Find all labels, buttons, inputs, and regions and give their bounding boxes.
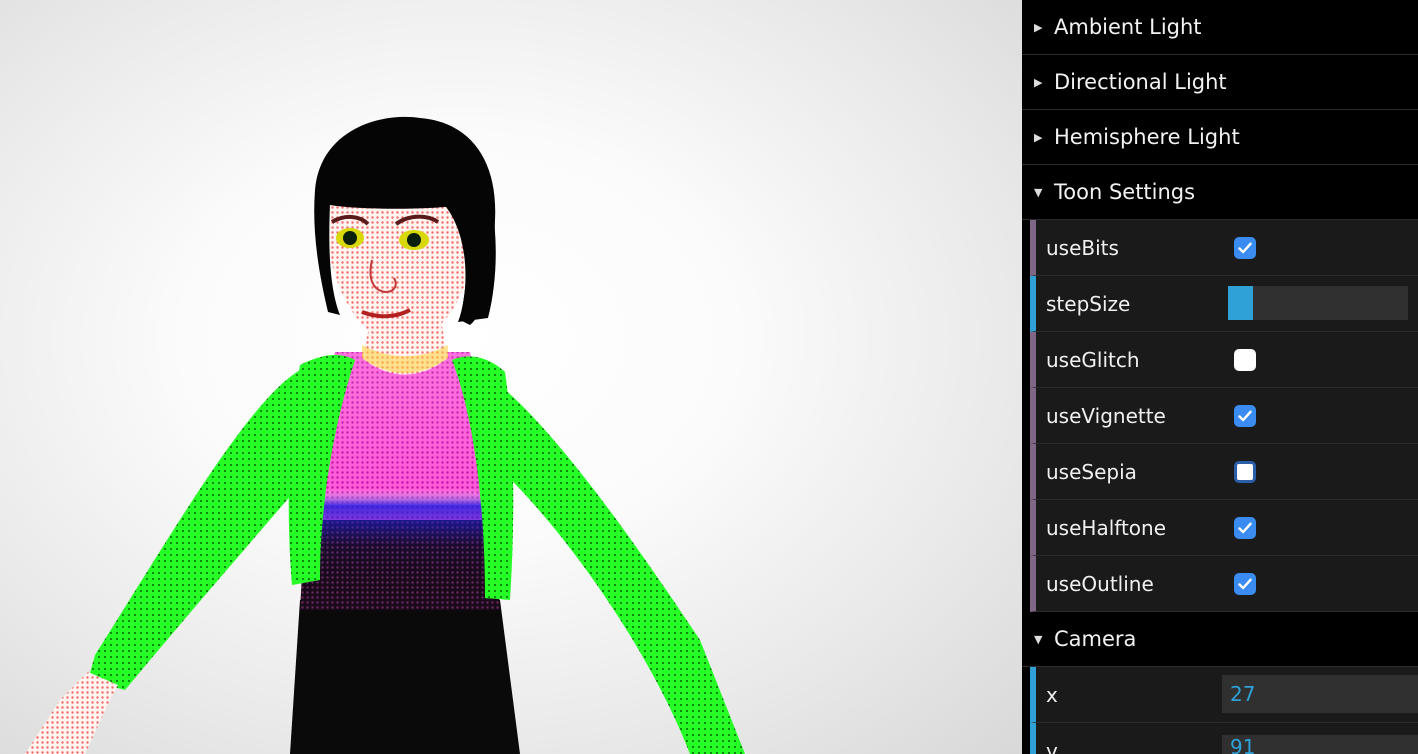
useoutline-checkbox[interactable] bbox=[1234, 572, 1256, 595]
3d-viewport[interactable] bbox=[0, 0, 1022, 754]
folder-camera[interactable]: ▼ Camera bbox=[1022, 612, 1418, 667]
usehalftone-label: useHalftone bbox=[1046, 515, 1166, 540]
row-usesepia: useSepia bbox=[1030, 444, 1418, 500]
camera-x-input[interactable]: 27 bbox=[1222, 675, 1418, 713]
usehalftone-checkbox[interactable] bbox=[1234, 516, 1256, 539]
folder-toon-settings[interactable]: ▼ Toon Settings bbox=[1022, 165, 1418, 220]
toon-character-render bbox=[25, 116, 745, 754]
camera-y-input[interactable]: 91 bbox=[1222, 735, 1418, 754]
useglitch-checkbox[interactable] bbox=[1234, 348, 1256, 371]
usevignette-checkbox[interactable] bbox=[1234, 404, 1256, 427]
caret-down-icon: ▼ bbox=[1034, 185, 1043, 199]
checkmark-icon bbox=[1238, 522, 1252, 533]
folder-directional-light[interactable]: ▶ Directional Light bbox=[1022, 55, 1418, 110]
folder-label: Camera bbox=[1054, 627, 1137, 651]
useglitch-label: useGlitch bbox=[1046, 347, 1140, 372]
caret-right-icon: ▶ bbox=[1034, 130, 1043, 144]
checkmark-icon bbox=[1238, 242, 1252, 253]
folder-label: Hemisphere Light bbox=[1054, 125, 1240, 149]
checkmark-icon bbox=[1238, 410, 1252, 421]
usesepia-checkbox[interactable] bbox=[1234, 460, 1256, 483]
usebits-label: useBits bbox=[1046, 235, 1119, 260]
checkmark-icon bbox=[1238, 578, 1252, 589]
useoutline-label: useOutline bbox=[1046, 571, 1154, 596]
row-stepsize: stepSize bbox=[1030, 276, 1418, 332]
caret-right-icon: ▶ bbox=[1034, 75, 1043, 89]
folder-label: Ambient Light bbox=[1054, 15, 1202, 39]
stepsize-slider[interactable] bbox=[1228, 286, 1408, 320]
folder-ambient-light[interactable]: ▶ Ambient Light bbox=[1022, 0, 1418, 55]
usebits-checkbox[interactable] bbox=[1234, 236, 1256, 259]
camera-x-label: x bbox=[1046, 682, 1058, 707]
folder-label: Directional Light bbox=[1054, 70, 1227, 94]
caret-down-icon: ▼ bbox=[1034, 632, 1043, 646]
row-useoutline: useOutline bbox=[1030, 556, 1418, 612]
camera-y-label: y bbox=[1046, 738, 1058, 754]
row-usebits: useBits bbox=[1030, 220, 1418, 276]
row-usevignette: useVignette bbox=[1030, 388, 1418, 444]
row-usehalftone: useHalftone bbox=[1030, 500, 1418, 556]
usevignette-label: useVignette bbox=[1046, 403, 1166, 428]
stepsize-label: stepSize bbox=[1046, 291, 1131, 316]
folder-hemisphere-light[interactable]: ▶ Hemisphere Light bbox=[1022, 110, 1418, 165]
stepsize-slider-fill bbox=[1228, 286, 1254, 320]
caret-right-icon: ▶ bbox=[1034, 20, 1043, 34]
usesepia-label: useSepia bbox=[1046, 459, 1137, 484]
row-camera-x: x 27 bbox=[1030, 667, 1418, 723]
folder-label: Toon Settings bbox=[1054, 180, 1196, 204]
row-camera-y: y 91 bbox=[1030, 723, 1418, 754]
row-useglitch: useGlitch bbox=[1030, 332, 1418, 388]
controls-panel: ▶ Ambient Light ▶ Directional Light ▶ He… bbox=[1022, 0, 1418, 754]
